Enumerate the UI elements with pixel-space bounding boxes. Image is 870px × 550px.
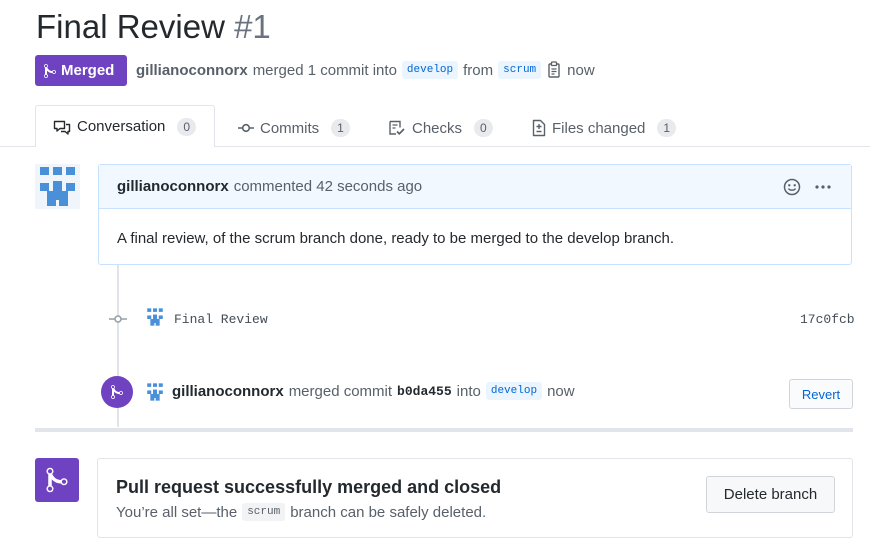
tab-files-changed-count: 1 [657, 119, 677, 137]
merged-sub-prefix: You’re all set—the [116, 503, 238, 521]
tab-commits-label: Commits [260, 119, 320, 137]
tab-conversation-count: 0 [177, 117, 197, 136]
merge-event-time: now [547, 382, 575, 400]
merge-user-link[interactable]: gillianoconnorx [172, 383, 284, 400]
delete-branch-button[interactable]: Delete branch [706, 476, 835, 513]
copy-clipboard-icon[interactable] [546, 61, 562, 79]
git-merge-icon [111, 384, 123, 400]
deletable-branch-label: scrum [242, 503, 286, 521]
commit-message-link[interactable]: Final Review [174, 312, 268, 327]
git-commit-icon [238, 120, 254, 136]
merged-status-subtitle: You’re all set—the scrum branch can be s… [116, 503, 486, 521]
pr-meta: gillianoconnorx merged 1 commit into dev… [136, 61, 595, 79]
tab-commits-count: 1 [331, 119, 350, 137]
comment-timestamp: commented 42 seconds ago [233, 178, 423, 195]
comment-header: gillianoconnorx commented 42 seconds ago [99, 165, 851, 209]
merge-target-branch[interactable]: develop [485, 382, 543, 400]
checklist-icon [388, 120, 406, 136]
avatar[interactable] [35, 164, 80, 209]
pr-author-link[interactable]: gillianoconnorx [136, 62, 248, 79]
comment-body: A final review, of the scrum branch done… [117, 230, 674, 247]
pr-merge-text: merged 1 commit into [252, 61, 397, 79]
merge-event-text: gillianoconnorx merged commit b0da455 in… [172, 382, 575, 400]
pr-from-text: from [463, 61, 494, 79]
base-branch-label[interactable]: develop [401, 61, 459, 79]
kebab-menu-icon[interactable] [815, 185, 831, 189]
merged-state-label: Merged [61, 62, 115, 79]
comment-discussion-icon [53, 119, 71, 135]
pr-title-text: Final Review [36, 8, 225, 45]
git-commit-icon [109, 312, 127, 326]
merge-event-into: into [456, 382, 481, 400]
git-merge-icon [46, 466, 68, 494]
commit-author-avatar[interactable] [145, 307, 165, 327]
pr-number: #1 [234, 8, 271, 45]
tab-conversation-label: Conversation [77, 118, 166, 135]
commit-sha-link[interactable]: 17c0fcb [800, 312, 855, 327]
merged-sub-suffix: branch can be safely deleted. [290, 503, 487, 521]
pr-time: now [567, 61, 595, 79]
merge-commit-sha-link[interactable]: b0da455 [397, 384, 452, 399]
tab-checks-label: Checks [412, 119, 463, 137]
merged-state-badge: Merged [35, 55, 127, 86]
tab-files-changed[interactable]: Files changed 1 [532, 110, 677, 146]
tab-commits[interactable]: Commits 1 [238, 110, 350, 146]
merge-event-badge [101, 376, 133, 408]
timeline-end-divider [35, 428, 853, 432]
revert-button[interactable]: Revert [789, 379, 853, 409]
merged-status-title: Pull request successfully merged and clo… [116, 477, 502, 497]
merged-status-icon-box [35, 458, 79, 502]
file-diff-icon [532, 119, 546, 137]
smiley-reaction-icon[interactable] [783, 178, 801, 196]
comment-author-link[interactable]: gillianoconnorx [117, 178, 229, 195]
comment-box: gillianoconnorx commented 42 seconds ago… [98, 164, 852, 265]
git-merge-icon [43, 63, 57, 79]
head-branch-label[interactable]: scrum [498, 61, 542, 79]
tab-files-changed-label: Files changed [552, 119, 646, 137]
merge-event-verb: merged commit [288, 382, 393, 400]
tab-checks-count: 0 [474, 119, 493, 137]
merge-author-avatar[interactable] [145, 382, 165, 402]
tab-checks[interactable]: Checks 0 [388, 110, 493, 146]
pr-title: Final Review #1 [36, 8, 271, 46]
tab-conversation[interactable]: Conversation 0 [35, 105, 215, 147]
